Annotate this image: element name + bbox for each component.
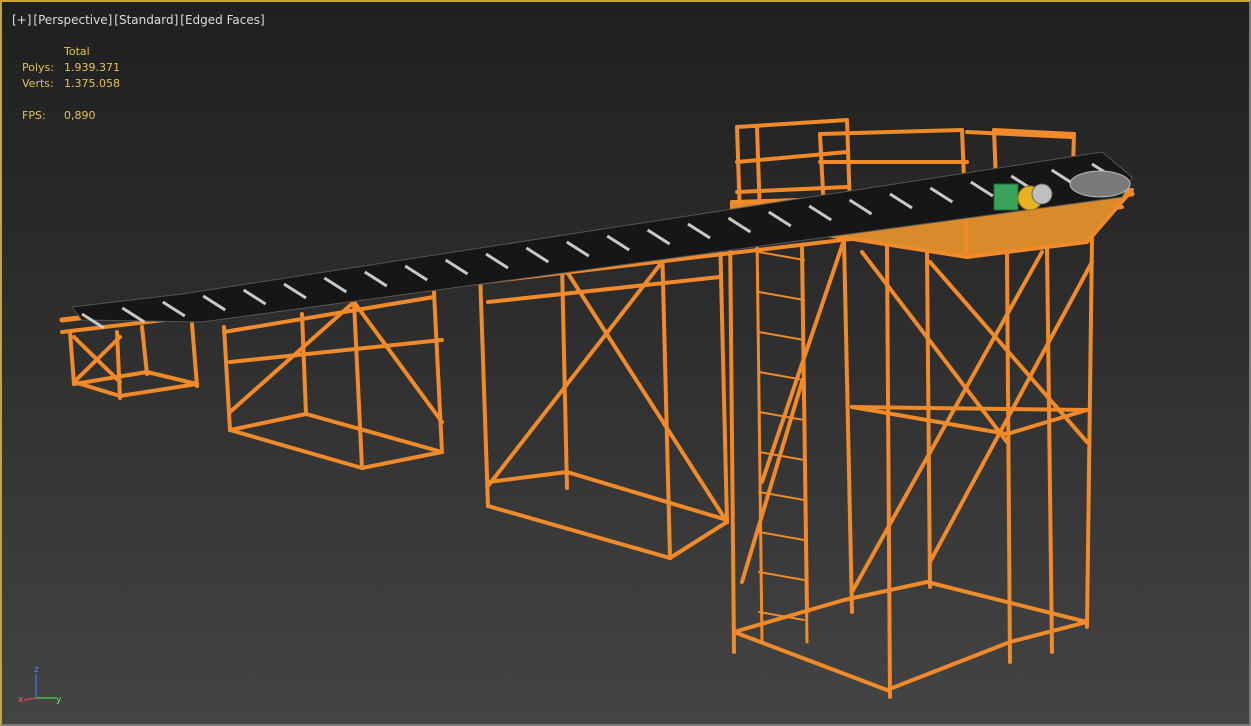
frame-member: [360, 450, 444, 470]
frame-member: [740, 380, 804, 584]
frame-member: [486, 260, 664, 488]
frame-member: [565, 470, 729, 522]
frame-member: [735, 118, 849, 129]
frame-member: [755, 235, 764, 644]
frame-member: [300, 312, 308, 416]
axis-x-label: x: [18, 695, 24, 705]
frame-member: [758, 251, 805, 261]
frame-member: [352, 300, 364, 470]
axis-gizmo: z x y: [18, 665, 62, 705]
frame-member: [885, 245, 892, 699]
frame-member: [728, 225, 736, 654]
frame-member: [222, 325, 232, 432]
scene-3d[interactable]: [2, 2, 1251, 726]
frame-member: [486, 504, 672, 560]
frame-member: [1045, 245, 1054, 654]
frame-member: [145, 370, 199, 386]
frame-member: [850, 250, 1044, 594]
viewport-perspective[interactable]: [+] [Perspective] [Standard] [Edged Face…: [0, 0, 1251, 726]
frame-member: [732, 598, 846, 634]
axis-z-label: z: [34, 665, 39, 675]
frame-member: [758, 331, 805, 341]
stats-total-header: Total: [64, 45, 90, 58]
stats-verts-label: Verts:: [22, 77, 54, 90]
frame-member: [352, 300, 444, 424]
frame-member: [758, 291, 805, 301]
stats-verts-value: 1.375.058: [64, 77, 120, 90]
frame-member: [68, 330, 76, 386]
frame-member: [758, 571, 805, 581]
viewport-menu-plus[interactable]: [+]: [11, 12, 32, 28]
axis-x-line: [23, 697, 37, 701]
viewport-menu-edged-faces[interactable]: [Edged Faces]: [179, 12, 265, 28]
frame-member: [842, 238, 854, 614]
frame-member: [190, 322, 199, 388]
frame-member: [228, 338, 444, 364]
frame-member: [925, 580, 1089, 624]
frame-member: [732, 630, 889, 692]
frame-member: [304, 412, 444, 454]
frame-member: [885, 640, 1012, 692]
frame-member: [560, 262, 569, 490]
frame-member: [668, 520, 729, 560]
viewport-label-bar: [+] [Perspective] [Standard] [Edged Face…: [11, 12, 266, 28]
frame-member: [560, 262, 729, 524]
frame-member: [228, 300, 356, 414]
frame-member: [118, 382, 199, 398]
frame-member: [432, 290, 444, 454]
stats-polys-value: 1.939.371: [64, 61, 120, 74]
frame-member: [735, 185, 849, 194]
statistics-overlay: Total Polys: 1.939.371 Verts: 1.375.058 FP…: [22, 44, 120, 124]
axis-y-label: y: [56, 695, 62, 705]
frame-member: [1008, 620, 1089, 644]
frame-member: [228, 412, 308, 432]
stats-fps-value: 0,890: [64, 109, 96, 122]
frame-member: [140, 325, 149, 376]
viewport-menu-perspective[interactable]: [Perspective]: [32, 12, 113, 28]
frame-member: [1085, 235, 1094, 629]
frame-member: [818, 128, 964, 136]
stats-polys-label: Polys:: [22, 61, 54, 74]
frame-member: [758, 531, 805, 541]
frame-member: [660, 240, 672, 560]
frame-member: [228, 428, 364, 470]
stats-fps-label: FPS:: [22, 109, 46, 122]
viewport-menu-shading[interactable]: [Standard]: [113, 12, 179, 28]
frame-member: [486, 275, 722, 304]
frame-member: [478, 270, 490, 508]
